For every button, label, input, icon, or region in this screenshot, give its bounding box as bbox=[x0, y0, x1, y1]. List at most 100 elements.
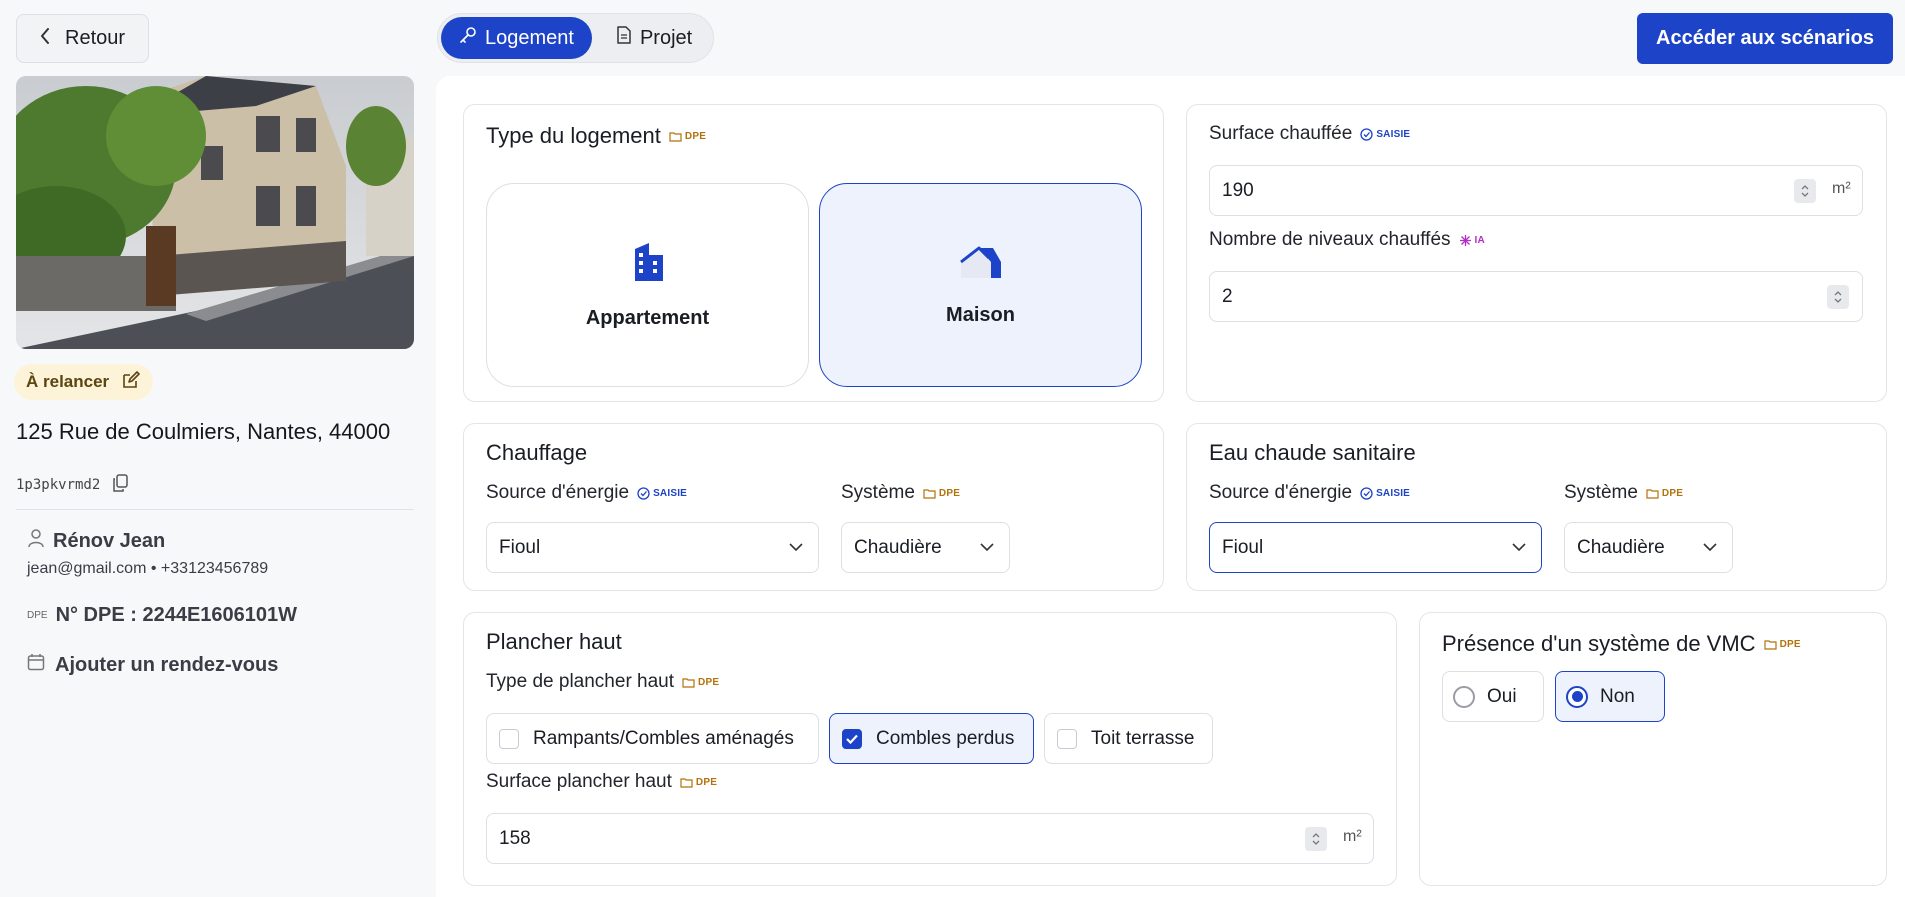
dpe-badge-text: DPE bbox=[1661, 487, 1684, 499]
plancher-option-rampants[interactable]: Rampants/Combles aménagés bbox=[486, 713, 819, 764]
main-panel: Type du logement DPE Appartement Maison … bbox=[436, 76, 1905, 897]
plancher-surface-label-text: Surface plancher haut bbox=[486, 771, 672, 792]
dpe-badge-text: DPE bbox=[684, 130, 707, 142]
surface-label: Surface chauffée SAISIE bbox=[1209, 123, 1410, 145]
surface-input[interactable]: 190 m² bbox=[1209, 165, 1863, 216]
type-option-maison[interactable]: Maison bbox=[819, 183, 1142, 387]
dpe-badge: DPE bbox=[682, 677, 719, 688]
chauffage-source-label-text: Source d'énergie bbox=[486, 482, 630, 503]
vmc-option-label: Non bbox=[1600, 685, 1635, 707]
chauffage-systeme-label: Système DPE bbox=[841, 482, 960, 504]
ecs-source-select[interactable]: Fioul bbox=[1209, 522, 1542, 573]
chauffage-source-select[interactable]: Fioul bbox=[486, 522, 819, 573]
plancher-title: Plancher haut bbox=[486, 629, 622, 654]
type-option-appartement[interactable]: Appartement bbox=[486, 183, 809, 387]
plancher-surface-input[interactable]: 158 m² bbox=[486, 813, 1374, 864]
niveaux-input[interactable]: 2 bbox=[1209, 271, 1863, 322]
reference-value: 1p3pkvrmd2 bbox=[16, 477, 101, 493]
plancher-surface-stepper[interactable] bbox=[1305, 827, 1327, 851]
check-icon bbox=[846, 734, 858, 744]
plancher-card: Plancher haut Type de plancher haut DPE … bbox=[463, 612, 1397, 886]
user-icon bbox=[27, 528, 45, 554]
surface-stepper[interactable] bbox=[1794, 179, 1816, 203]
chauffage-source-value: Fioul bbox=[499, 536, 541, 558]
ecs-systeme-select[interactable]: Chaudière bbox=[1564, 522, 1733, 573]
edit-icon[interactable] bbox=[121, 370, 141, 395]
plancher-option-label: Combles perdus bbox=[876, 727, 1015, 749]
type-option-label: Maison bbox=[946, 303, 1015, 326]
niveaux-stepper[interactable] bbox=[1827, 285, 1849, 309]
ia-badge: IA bbox=[1459, 234, 1485, 247]
dpe-number: DPE N° DPE : 2244E1606101W bbox=[27, 604, 297, 627]
plancher-surface-value: 158 bbox=[499, 827, 531, 849]
checkbox-checked[interactable] bbox=[842, 728, 862, 749]
dpe-badge-text: DPE bbox=[698, 676, 720, 688]
radio[interactable] bbox=[1453, 685, 1475, 708]
plancher-surface-label: Surface plancher haut DPE bbox=[486, 771, 717, 793]
tab-projet[interactable]: Projet bbox=[598, 17, 710, 59]
type-option-label: Appartement bbox=[585, 306, 710, 329]
contact-phone[interactable]: +33123456789 bbox=[161, 560, 268, 577]
chauffage-card: Chauffage Source d'énergie SAISIE Fioul … bbox=[463, 423, 1164, 591]
contact-email[interactable]: jean@gmail.com bbox=[27, 560, 146, 577]
tab-projet-label: Projet bbox=[639, 26, 693, 49]
dpe-number-label: N° DPE : 2244E1606101W bbox=[55, 604, 298, 626]
checkbox[interactable] bbox=[499, 728, 519, 749]
dpe-badge: DPE bbox=[1646, 488, 1683, 499]
plancher-type-label: Type de plancher haut DPE bbox=[486, 671, 719, 693]
surface-value: 190 bbox=[1222, 179, 1254, 201]
tab-logement[interactable]: Logement bbox=[441, 17, 592, 59]
house-icon bbox=[959, 244, 1003, 286]
plancher-option-combles-perdus[interactable]: Combles perdus bbox=[829, 713, 1034, 764]
add-appointment-label: Ajouter un rendez-vous bbox=[55, 653, 279, 676]
saisie-badge: SAISIE bbox=[637, 486, 687, 500]
dpe-badge: DPE bbox=[1763, 638, 1801, 650]
dpe-badge: DPE bbox=[669, 131, 706, 142]
chauffage-title: Chauffage bbox=[486, 440, 588, 465]
surface-label-text: Surface chauffée bbox=[1209, 123, 1353, 144]
plancher-option-toit-terrasse[interactable]: Toit terrasse bbox=[1044, 713, 1213, 764]
surface-card: Surface chauffée SAISIE 190 m² Nombre de… bbox=[1186, 104, 1887, 402]
ecs-source-value: Fioul bbox=[1222, 536, 1264, 558]
ecs-source-label: Source d'énergie SAISIE bbox=[1209, 482, 1410, 504]
vmc-option-non[interactable]: Non bbox=[1555, 671, 1665, 722]
checkbox[interactable] bbox=[1057, 728, 1077, 749]
chauffage-systeme-value: Chaudière bbox=[854, 536, 942, 558]
chauffage-systeme-select[interactable]: Chaudière bbox=[841, 522, 1010, 573]
plancher-option-label: Rampants/Combles aménagés bbox=[533, 727, 794, 749]
dpe-badge-text: DPE bbox=[695, 776, 718, 788]
key-icon bbox=[459, 26, 477, 50]
niveaux-label: Nombre de niveaux chauffés IA bbox=[1209, 229, 1485, 251]
status-label: À relancer bbox=[26, 372, 110, 391]
chevron-down-icon bbox=[979, 539, 995, 561]
tab-logement-label: Logement bbox=[485, 26, 574, 49]
copy-icon[interactable] bbox=[112, 474, 129, 496]
dpe-badge-text: DPE bbox=[1779, 638, 1801, 650]
status-badge[interactable]: À relancer bbox=[14, 364, 154, 400]
plancher-surface-unit: m² bbox=[1343, 828, 1362, 845]
type-logement-title: Type du logement DPE bbox=[486, 123, 706, 149]
chevron-down-icon bbox=[1702, 539, 1718, 561]
ecs-source-label-text: Source d'énergie bbox=[1209, 482, 1353, 503]
back-button[interactable]: Retour bbox=[16, 14, 149, 63]
saisie-badge-text: SAISIE bbox=[1376, 487, 1411, 499]
saisie-badge-text: SAISIE bbox=[1376, 128, 1411, 140]
back-label: Retour bbox=[65, 27, 126, 49]
ia-badge-text: IA bbox=[1474, 234, 1485, 246]
section-tabs: Logement Projet bbox=[437, 13, 715, 63]
project-reference: 1p3pkvrmd2 bbox=[16, 474, 129, 496]
scenarios-button[interactable]: Accéder aux scénarios bbox=[1637, 13, 1893, 64]
add-appointment-button[interactable]: Ajouter un rendez-vous bbox=[27, 653, 278, 677]
chevron-down-icon bbox=[1511, 539, 1527, 561]
niveaux-label-text: Nombre de niveaux chauffés bbox=[1209, 229, 1451, 250]
property-photo bbox=[16, 76, 414, 349]
type-logement-card: Type du logement DPE Appartement Maison bbox=[463, 104, 1164, 402]
contact-separator: • bbox=[150, 560, 157, 577]
saisie-badge: SAISIE bbox=[1360, 486, 1411, 500]
dpe-mini-label: DPE bbox=[27, 610, 48, 621]
radio-selected[interactable] bbox=[1566, 685, 1588, 708]
type-logement-title-text: Type du logement bbox=[486, 123, 661, 148]
vmc-option-oui[interactable]: Oui bbox=[1442, 671, 1544, 722]
ecs-title: Eau chaude sanitaire bbox=[1209, 440, 1416, 465]
niveaux-value: 2 bbox=[1222, 285, 1233, 307]
